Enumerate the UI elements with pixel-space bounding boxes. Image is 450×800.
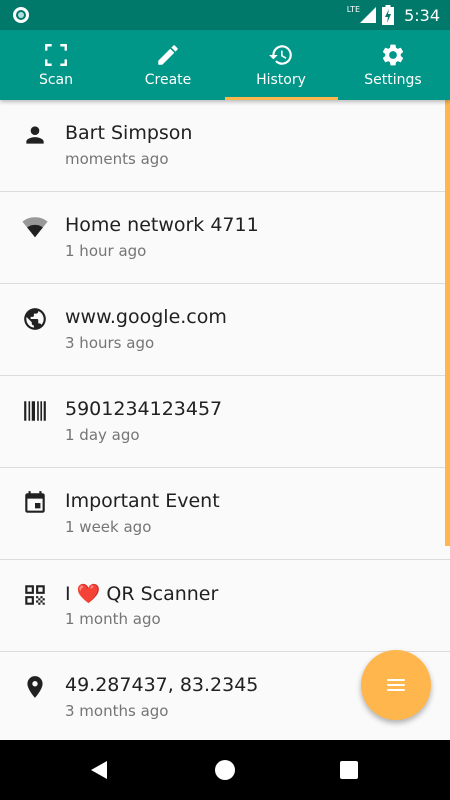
wifi-icon [22,214,48,240]
notification-icon [13,7,29,23]
tab-settings-label: Settings [364,72,422,88]
history-item[interactable]: 5901234123457 1 day ago [0,376,450,468]
recents-square-icon [340,761,358,779]
heart-emoji: ❤️ [76,583,101,605]
location-pin-icon [22,674,48,700]
gear-icon [382,44,404,66]
history-item-title: I ❤️ QR Scanner [65,582,218,605]
recents-button[interactable] [329,750,369,790]
history-item[interactable]: Important Event 1 week ago [0,468,450,560]
tab-settings[interactable]: Settings [337,30,449,100]
qr-code-icon [22,582,48,608]
history-item-time: moments ago [65,150,169,168]
navigation-bar [0,740,450,800]
title-prefix: I [65,583,71,605]
status-right: LTE 5:34 [347,0,440,30]
menu-fab-button[interactable] [361,650,431,720]
history-item-time: 3 hours ago [65,334,155,352]
calendar-icon [22,490,48,516]
history-item[interactable]: Home network 4711 1 hour ago [0,192,450,284]
menu-icon [387,679,405,691]
history-item-title: 49.287437, 83.2345 [65,674,259,696]
person-icon [22,122,48,148]
history-item-time: 1 month ago [65,610,161,628]
history-item-time: 1 day ago [65,426,140,444]
history-icon [269,45,292,65]
history-item-title: Home network 4711 [65,214,259,236]
home-circle-icon [215,760,235,780]
scrollbar[interactable] [445,100,450,546]
history-item-title: 5901234123457 [65,398,223,420]
signal-icon [360,7,377,23]
tab-history[interactable]: History [225,30,337,100]
tab-bar: Scan Create History Settings [0,30,450,100]
history-item[interactable]: www.google.com 3 hours ago [0,284,450,376]
history-item-title: Bart Simpson [65,122,193,144]
history-item-time: 3 months ago [65,702,169,720]
selected-tab-indicator [225,97,338,100]
home-button[interactable] [205,750,245,790]
network-type: LTE [346,4,361,14]
status-bar: LTE 5:34 [0,0,450,30]
back-triangle-icon [91,761,107,779]
tab-create[interactable]: Create [112,30,224,100]
back-button[interactable] [79,750,119,790]
history-item-title: www.google.com [65,306,227,328]
history-item-title: Important Event [65,490,220,512]
pencil-icon [158,45,178,65]
tab-history-label: History [256,72,306,88]
clock: 5:34 [404,5,440,25]
history-item[interactable]: I ❤️ QR Scanner 1 month ago [0,560,450,652]
title-suffix: QR Scanner [106,583,219,605]
tab-create-label: Create [144,72,192,88]
globe-icon [22,306,48,332]
barcode-icon [22,398,48,424]
tab-scan[interactable]: Scan [0,30,112,100]
scan-frame-icon [45,44,67,66]
history-item-time: 1 hour ago [65,242,147,260]
history-list[interactable]: Bart Simpson moments ago Home network 47… [0,100,450,740]
history-item-time: 1 week ago [65,518,152,536]
tab-scan-label: Scan [38,72,74,88]
history-item[interactable]: Bart Simpson moments ago [0,100,450,192]
battery-icon [382,5,395,25]
